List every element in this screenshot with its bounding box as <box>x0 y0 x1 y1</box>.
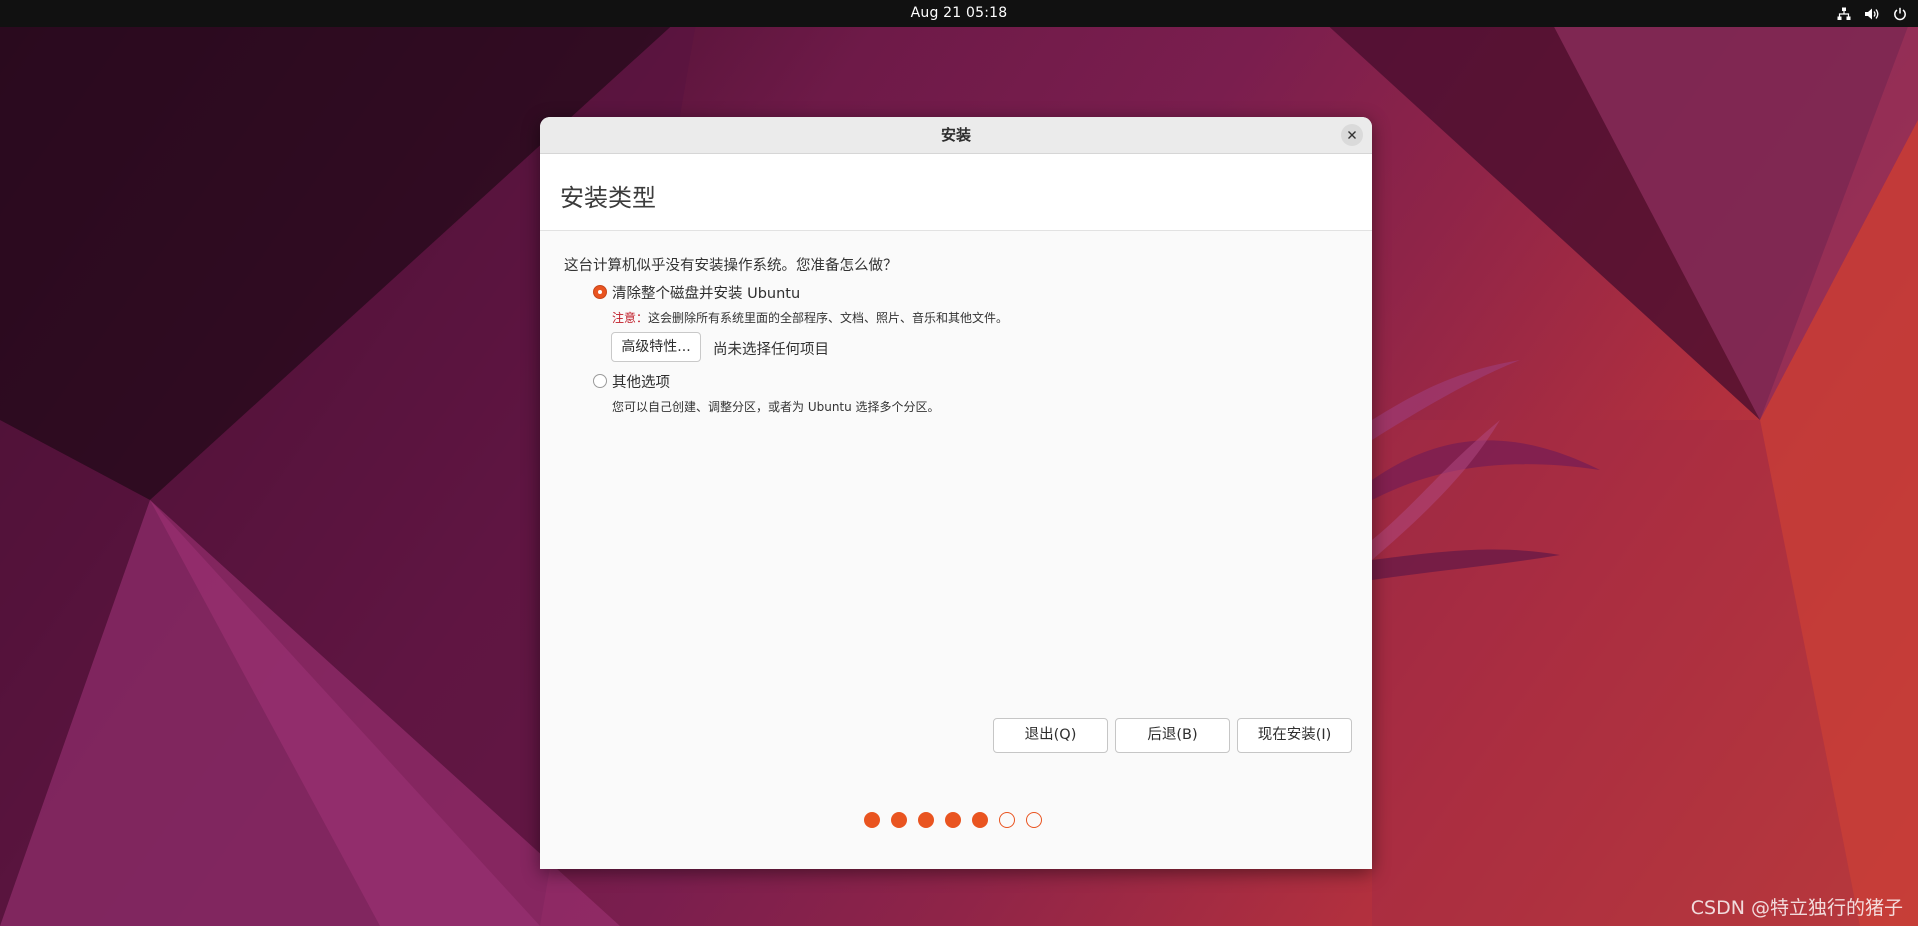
top-bar: Aug 21 05:18 <box>0 0 1918 27</box>
warning-prefix: 注意： <box>612 311 649 325</box>
erase-disk-note: 注意：这会删除所有系统里面的全部程序、文档、照片、音乐和其他文件。 <box>612 309 1008 326</box>
page-content: 这台计算机似乎没有安装操作系统。您准备怎么做？ 清除整个磁盘并安装 Ubuntu… <box>540 231 1372 869</box>
progress-dot <box>999 812 1015 828</box>
page-header: 安装类型 <box>540 154 1372 231</box>
progress-dot <box>945 812 961 828</box>
watermark: CSDN @特立独行的猪子 <box>1690 897 1903 919</box>
quit-button[interactable]: 退出(Q) <box>993 718 1108 753</box>
something-else-radio[interactable] <box>593 374 607 388</box>
erase-disk-radio[interactable] <box>593 285 607 299</box>
erase-disk-label[interactable]: 清除整个磁盘并安装 Ubuntu <box>612 282 800 303</box>
page-title: 安装类型 <box>560 184 656 212</box>
network-icon[interactable] <box>1836 6 1852 22</box>
progress-dot <box>972 812 988 828</box>
erase-disk-note-text: 这会删除所有系统里面的全部程序、文档、照片、音乐和其他文件。 <box>648 311 1009 325</box>
close-button[interactable] <box>1341 124 1363 146</box>
power-icon[interactable] <box>1892 6 1908 22</box>
question-text: 这台计算机似乎没有安装操作系统。您准备怎么做？ <box>564 258 898 274</box>
advanced-features-button[interactable]: 高级特性... <box>611 332 701 362</box>
step-progress-indicator <box>864 812 1042 828</box>
window-title: 安装 <box>940 126 971 144</box>
volume-icon[interactable] <box>1864 6 1880 22</box>
progress-dot <box>891 812 907 828</box>
back-button[interactable]: 后退(B) <box>1115 718 1230 753</box>
something-else-label[interactable]: 其他选项 <box>612 371 670 392</box>
clock[interactable]: Aug 21 05:18 <box>0 0 1918 27</box>
advanced-status: 尚未选择任何项目 <box>713 342 829 358</box>
progress-dot <box>1026 812 1042 828</box>
system-tray[interactable] <box>1836 0 1908 27</box>
something-else-note: 您可以自己创建、调整分区，或者为 Ubuntu 选择多个分区。 <box>612 400 940 414</box>
desktop: Aug 21 05:18 安装 安装类型 这台计算机似乎没有安装操作系统。您准备… <box>0 0 1918 926</box>
close-icon <box>1348 131 1356 139</box>
title-bar[interactable]: 安装 <box>540 117 1372 154</box>
progress-dot <box>864 812 880 828</box>
installer-window: 安装 安装类型 这台计算机似乎没有安装操作系统。您准备怎么做？ 清除整个磁盘并安… <box>540 117 1372 869</box>
install-now-button[interactable]: 现在安装(I) <box>1237 718 1352 753</box>
progress-dot <box>918 812 934 828</box>
